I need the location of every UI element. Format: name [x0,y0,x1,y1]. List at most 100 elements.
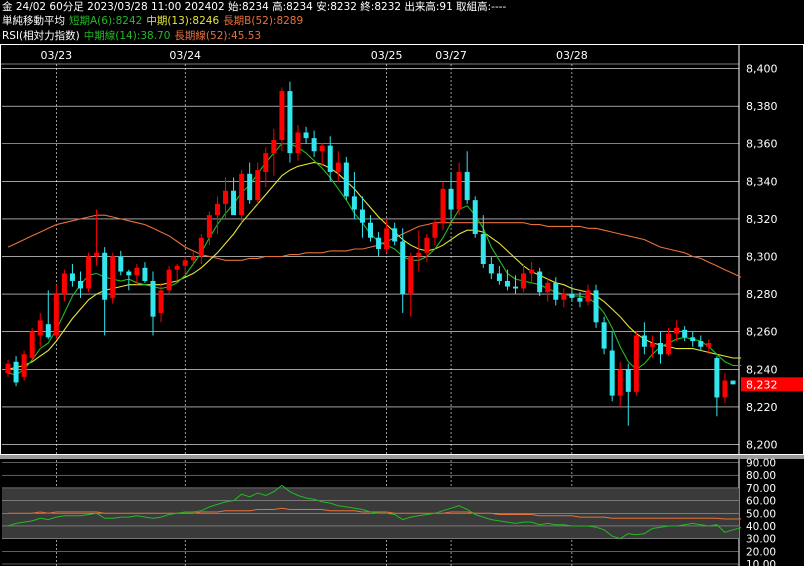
candle-up [182,260,188,266]
candle-down [311,138,317,152]
candle-down [126,271,132,276]
candle-down [392,228,398,242]
candle-down [78,280,83,289]
price-tick-label: 8,360 [746,138,778,151]
candle-up [263,153,269,172]
price-tick-label: 8,200 [746,438,778,451]
candle-up [440,188,446,223]
candle-down [327,145,333,172]
candle-down [13,361,19,383]
price-tick-label: 8,340 [746,175,778,188]
price-tick-label: 8,380 [746,100,778,113]
rsi-tick-label: 20.00 [746,546,776,558]
ma-short-label: 短期A(6):8242 [69,15,143,27]
candle-down [601,322,607,349]
header-ma-line: 単純移動平均 短期A(6):8242 中期(13):8246 長期B(52):8289 [2,14,307,29]
candle-down [359,209,365,223]
date-label: 03/27 [435,49,467,62]
candle-down [641,335,647,347]
candle-up [722,380,728,398]
price-tick-label: 8,300 [746,251,778,264]
rsi-panel: 10.0020.0030.0040.0050.0060.0070.0080.00… [0,455,804,566]
candle-up [37,320,43,336]
candle-down [247,173,253,201]
price-tick-label: 8,280 [746,288,778,301]
candle-up [86,256,92,289]
candle-up [456,171,462,210]
candle-up [158,290,164,313]
date-label: 03/24 [169,49,201,62]
candle-up [319,145,325,152]
price-axis: 8,200 8,220 8,240 8,260 8,280 8,300 8,320 8,340… [741,63,803,451]
rsi-tick-label: 50.00 [746,508,776,520]
candle-down [625,369,631,392]
candle-up [384,228,390,249]
candle-down [577,297,583,302]
rsi-tick-label: 80.00 [746,470,776,482]
candle-up [529,269,535,274]
candle-up [271,139,277,154]
candle-down [730,380,736,385]
candle-up [5,363,11,374]
ma-title: 単純移動平均 [2,15,65,27]
candle-up [110,256,116,298]
candle-up [416,252,422,257]
candle-up [166,269,172,291]
candle-down [537,271,543,293]
candle-down [400,241,406,295]
candle-up [206,215,212,238]
candle-down [102,252,108,300]
price-tick-label: 8,220 [746,401,778,414]
price-tick-label: 8,260 [746,326,778,339]
candle-down [368,222,373,238]
candle-down [593,290,599,323]
candle-down [553,282,559,300]
candle-down [513,286,518,289]
candle-down [714,358,720,398]
candle-up [649,342,655,347]
candle-up [239,173,245,216]
candle-down [472,200,478,234]
candle-up [674,327,680,334]
ma-long-label: 長期B(52):8289 [223,15,304,27]
candle-up [53,294,59,336]
candle-down [682,329,688,338]
candle-down [118,256,124,272]
candle-down [690,337,696,342]
candle-up [134,267,140,276]
candle-up [295,132,301,154]
candle-down [448,188,454,210]
header-quote-line: 金 24/02 60分足 2023/03/28 11:00 202402 始:8… [2,0,510,15]
chart-area[interactable]: 03/23 03/24 03/25 03/27 03/28 8,200 8,220 8,24… [0,44,804,566]
candle-up [561,294,567,300]
candle-up [198,237,204,257]
candle-down [351,196,357,210]
candle-down [142,267,148,281]
candle-down [464,171,470,201]
candle-down [69,273,75,281]
rsi-mid-label: 中期線(14):38.70 [83,30,171,42]
candle-up [61,273,67,295]
candle-down [303,132,309,139]
candle-up [545,282,551,293]
price-tick-label: 8,240 [746,363,778,376]
candle-up [617,369,623,396]
price-tick-label: 8,320 [746,213,778,226]
price-tick-label: 8,400 [746,63,778,76]
candle-up [666,333,672,355]
candle-up [223,190,228,204]
candle-down [150,280,156,317]
quote-summary: 金 24/02 60分足 2023/03/28 11:00 202402 始:8… [2,1,507,13]
ma-mid-line [7,161,742,370]
candle-down [343,162,349,197]
candle-down [480,233,486,265]
ma-short-line [7,143,742,376]
rsi-long-label: 長期線(52):45.53 [174,30,262,42]
candle-up [21,354,27,377]
candle-up [174,265,180,270]
candle-down [496,273,502,281]
candle-up [214,203,220,216]
candle-down [376,237,382,249]
candle-up [521,273,527,289]
candle-down [698,341,704,347]
